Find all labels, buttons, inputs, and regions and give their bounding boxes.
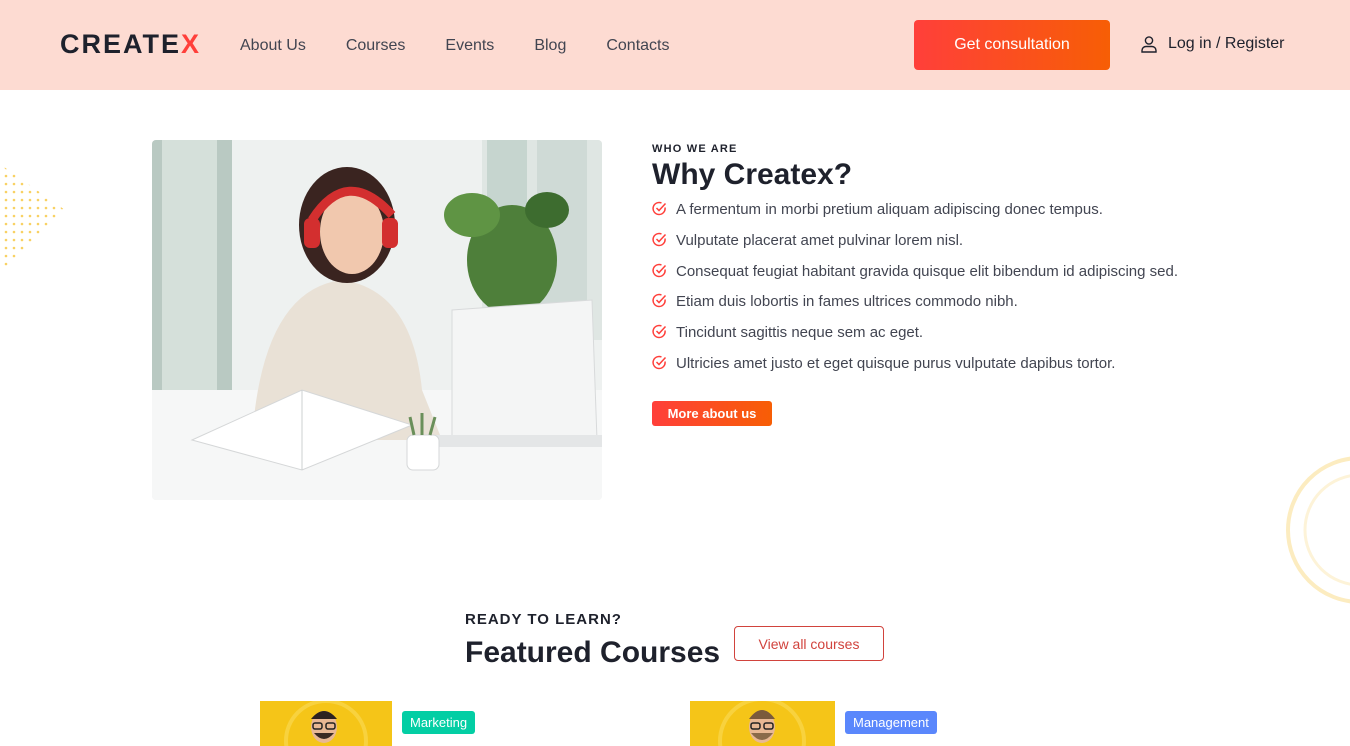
featured-title: Featured Courses xyxy=(465,636,721,669)
get-consultation-button[interactable]: Get consultation xyxy=(914,20,1110,70)
about-eyebrow: WHO WE ARE xyxy=(652,143,738,155)
list-item: Vulputate placerat amet pulvinar lorem n… xyxy=(652,231,1252,251)
nav-courses[interactable]: Courses xyxy=(346,36,406,56)
list-item: Consequat feugiat habitant gravida quisq… xyxy=(652,262,1252,282)
more-about-us-button[interactable]: More about us xyxy=(652,400,772,426)
logo[interactable]: CREATEX xyxy=(60,29,201,59)
view-all-courses-button[interactable]: View all courses xyxy=(734,626,884,661)
main-nav: About Us Courses Events Blog Contacts xyxy=(240,36,709,56)
nav-blog[interactable]: Blog xyxy=(534,36,566,56)
list-item: A fermentum in morbi pretium aliquam adi… xyxy=(652,200,1252,220)
check-circle-icon xyxy=(652,201,667,216)
list-item-text: Vulputate placerat amet pulvinar lorem n… xyxy=(676,231,964,249)
check-circle-icon xyxy=(652,263,667,277)
course-category-badge: Marketing xyxy=(402,711,476,734)
nav-contacts[interactable]: Contacts xyxy=(606,36,669,56)
list-item-text: Tincidunt sagittis neque sem ac eget. xyxy=(676,324,924,342)
course-thumbnail[interactable] xyxy=(260,701,392,746)
list-item-text: Consequat feugiat habitant gravida quisq… xyxy=(676,262,1179,280)
decorative-dots xyxy=(0,150,65,295)
logo-accent: X xyxy=(181,29,202,59)
decorative-rings xyxy=(1286,456,1350,604)
site-header: CREATEX About Us Courses Events Blog Con… xyxy=(0,0,1350,90)
list-item-text: A fermentum in morbi pretium aliquam adi… xyxy=(676,201,1103,218)
page: CREATEX About Us Courses Events Blog Con… xyxy=(0,0,1350,746)
about-title: Why Createx? xyxy=(652,158,853,191)
about-photo xyxy=(152,140,602,500)
list-item-text: Ultricies amet justo et eget quisque pur… xyxy=(676,354,1116,372)
login-label: Log in / Register xyxy=(1168,35,1285,52)
list-item-text: Etiam duis lobortis in fames ultrices co… xyxy=(676,293,1018,311)
nav-events[interactable]: Events xyxy=(445,36,494,56)
list-item: Ultricies amet justo et eget quisque pur… xyxy=(652,354,1252,374)
logo-text: CREATE xyxy=(60,29,182,59)
check-circle-icon xyxy=(652,324,667,339)
list-item: Tincidunt sagittis neque sem ac eget. xyxy=(652,323,1252,343)
featured-eyebrow: READY TO LEARN? xyxy=(465,611,622,628)
login-register-link[interactable]: Log in / Register xyxy=(1140,35,1285,53)
check-circle-icon xyxy=(652,355,667,370)
benefits-list: A fermentum in morbi pretium aliquam adi… xyxy=(652,200,1252,374)
list-item: Etiam duis lobortis in fames ultrices co… xyxy=(652,292,1252,312)
check-circle-icon xyxy=(652,294,667,308)
about-section: WHO WE ARE Why Createx? A fermentum in m… xyxy=(652,142,1252,426)
course-thumbnail[interactable] xyxy=(690,701,835,746)
course-category-badge: Management xyxy=(845,711,937,734)
check-circle-icon xyxy=(652,232,667,247)
nav-about-us[interactable]: About Us xyxy=(240,36,306,56)
user-icon xyxy=(1141,36,1157,53)
